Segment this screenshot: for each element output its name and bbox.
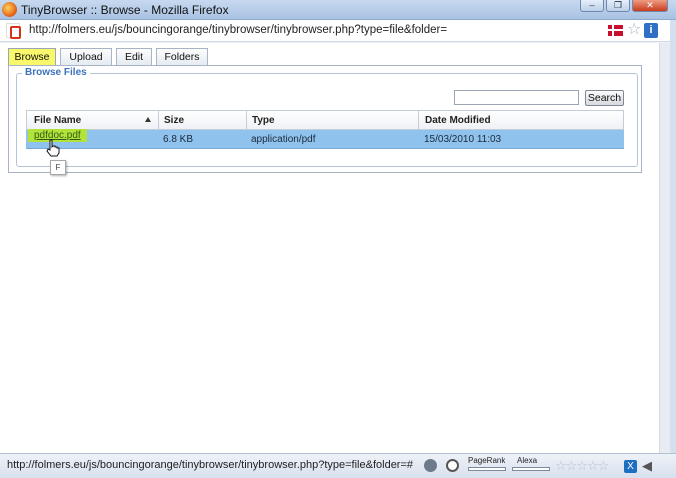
column-type[interactable]: Type: [252, 115, 275, 126]
alexa-meter: [512, 467, 550, 471]
status-text: http://folmers.eu/js/bouncingorange/tiny…: [7, 459, 414, 471]
vertical-scrollbar[interactable]: [659, 43, 670, 453]
file-date: 15/03/2010 11:03: [424, 134, 502, 145]
info-icon[interactable]: i: [644, 23, 658, 38]
close-button[interactable]: ✕: [632, 0, 668, 12]
firefox-icon: [2, 2, 17, 17]
tab-folders[interactable]: Folders: [156, 48, 208, 65]
flag-icon[interactable]: [608, 25, 623, 36]
sort-ascending-icon[interactable]: [145, 117, 151, 122]
address-url[interactable]: http://folmers.eu/js/bouncingorange/tiny…: [29, 24, 447, 36]
extension-icon[interactable]: X: [624, 460, 637, 473]
alexa-label: Alexa: [517, 456, 538, 465]
tab-upload[interactable]: Upload: [60, 48, 112, 65]
restore-button[interactable]: ❐: [606, 0, 630, 12]
addon-icon[interactable]: [446, 459, 459, 472]
tab-edit[interactable]: Edit: [116, 48, 152, 65]
bookmark-star-icon[interactable]: ☆: [627, 21, 641, 39]
column-divider: [158, 111, 159, 130]
column-size[interactable]: Size: [164, 115, 184, 126]
column-file-name[interactable]: File Name: [34, 115, 81, 126]
title-bar: TinyBrowser :: Browse - Mozilla Firefox …: [0, 0, 676, 20]
column-divider: [418, 111, 419, 130]
status-bar: http://folmers.eu/js/bouncingorange/tiny…: [0, 453, 676, 478]
search-input[interactable]: [454, 90, 579, 105]
table-row[interactable]: pdfdoc.pdf 6.8 KB application/pdf 15/03/…: [26, 129, 624, 149]
window-title: TinyBrowser :: Browse - Mozilla Firefox: [21, 3, 229, 17]
column-divider: [246, 111, 247, 130]
column-date-modified[interactable]: Date Modified: [425, 115, 491, 126]
rating-stars[interactable]: ☆☆☆☆☆: [555, 458, 609, 474]
address-bar[interactable]: http://folmers.eu/js/bouncingorange/tiny…: [0, 20, 670, 42]
site-favicon: [6, 23, 21, 39]
browse-files-legend: Browse Files: [22, 67, 90, 78]
browser-window: TinyBrowser :: Browse - Mozilla Firefox …: [0, 0, 676, 478]
file-type: application/pdf: [251, 134, 316, 145]
table-header: File Name Size Type Date Modified: [26, 110, 624, 130]
addon-icon[interactable]: [424, 459, 437, 472]
pagerank-meter: [468, 467, 506, 471]
minimize-button[interactable]: –: [580, 0, 604, 12]
cursor-tooltip: F: [50, 160, 66, 175]
file-size: 6.8 KB: [163, 134, 194, 145]
hand-cursor-icon: [46, 139, 60, 157]
tab-browse[interactable]: Browse: [8, 48, 56, 65]
search-button[interactable]: Search: [585, 90, 624, 106]
expand-arrow-icon[interactable]: ◀: [642, 458, 652, 474]
pagerank-label: PageRank: [468, 456, 506, 465]
window-border: [670, 20, 676, 478]
